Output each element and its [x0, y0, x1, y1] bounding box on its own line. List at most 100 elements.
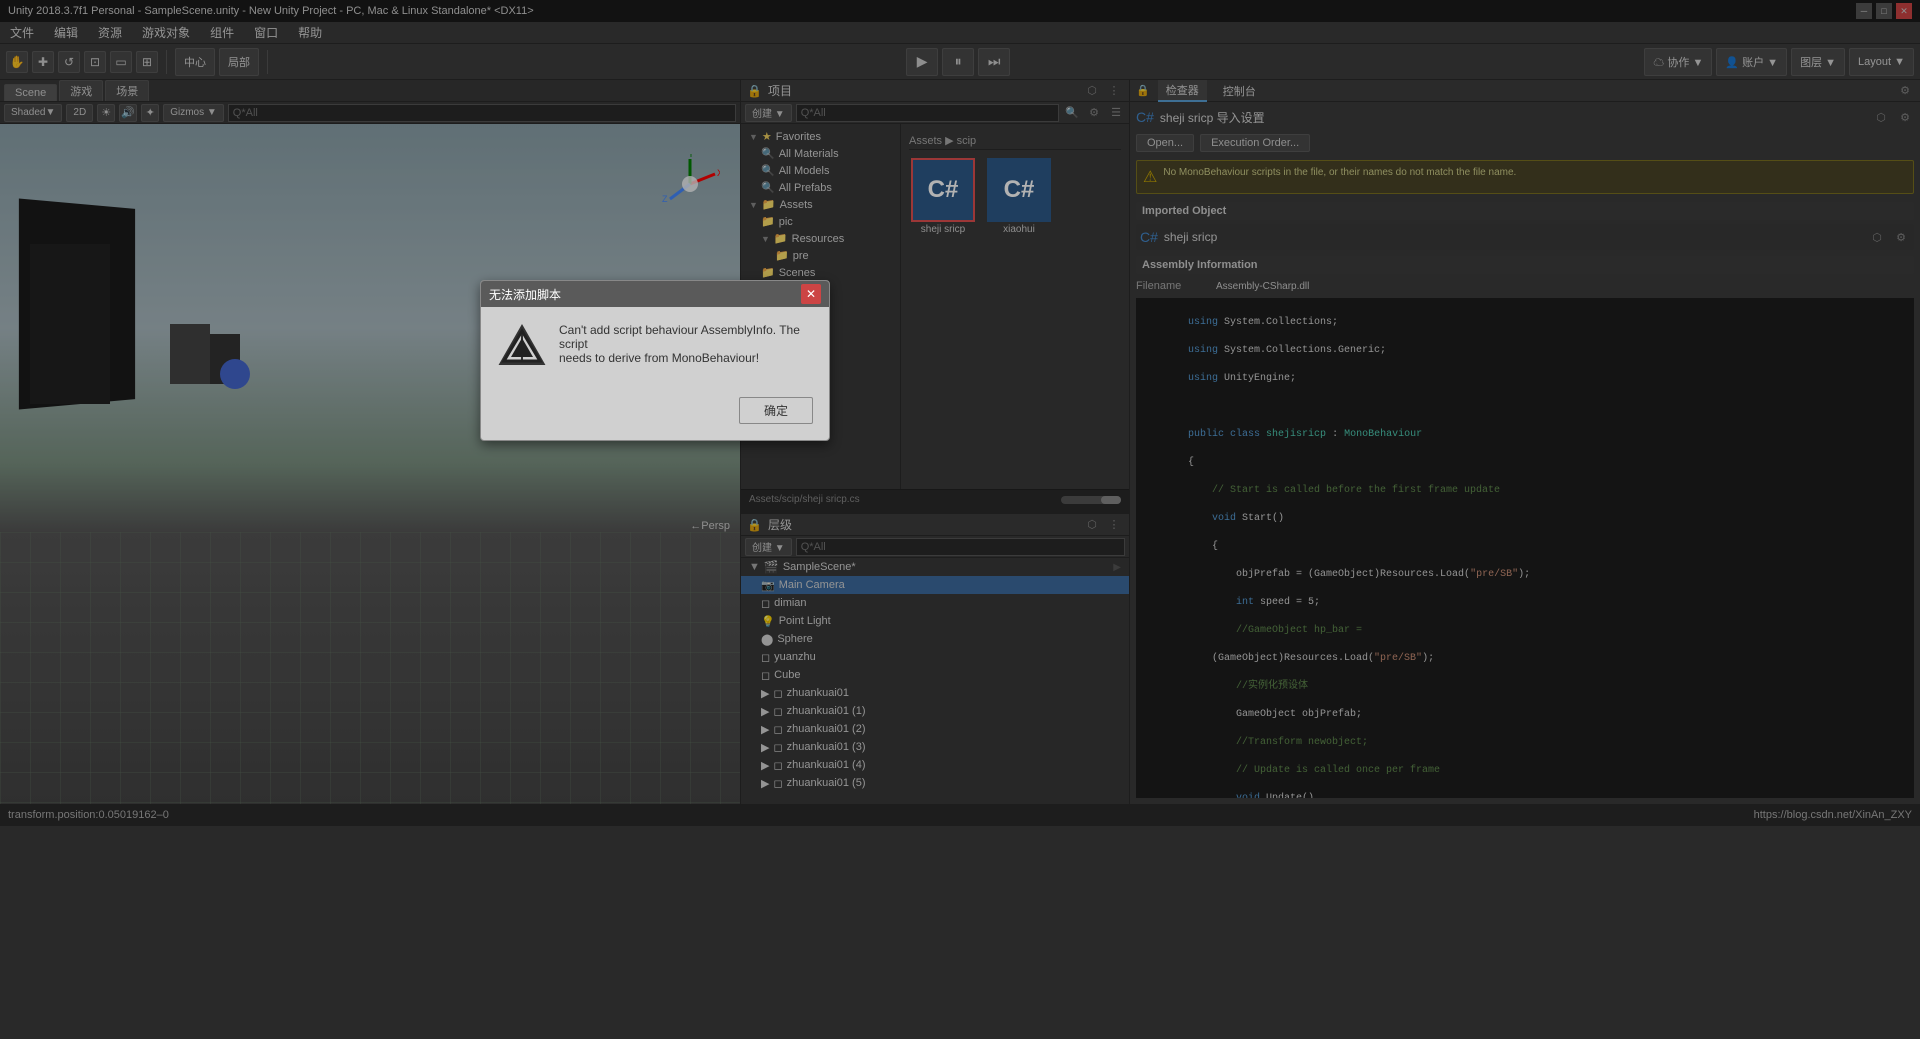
project-search[interactable]: [796, 104, 1059, 122]
move-tool[interactable]: ✚: [32, 51, 54, 73]
breadcrumb-assets[interactable]: Assets: [909, 135, 942, 147]
inspector-settings-icon[interactable]: ⚙: [1896, 82, 1914, 100]
project-panel-icons: ⬡ ⋮: [1083, 82, 1123, 100]
tab-console[interactable]: 控制台: [1215, 81, 1264, 101]
create-btn[interactable]: 创建 ▼: [745, 104, 792, 122]
favorites-folder[interactable]: ▼ ★ Favorites: [741, 128, 900, 145]
warning-message: No MonoBehaviour scripts in the file, or…: [1163, 167, 1516, 187]
hierarchy-menu-icon[interactable]: ⋮: [1105, 516, 1123, 534]
dialog-ok-button[interactable]: 确定: [739, 397, 813, 424]
scene-gizmo[interactable]: X Y Z: [660, 154, 720, 214]
pic-folder[interactable]: 📁 pic: [741, 213, 900, 230]
hierarchy-zhuankuai1-4[interactable]: ▶ ◻ zhuankuai01 (4): [741, 756, 1129, 774]
imported-obj-page-icon[interactable]: ⬡: [1868, 228, 1886, 246]
play-button[interactable]: ▶: [906, 48, 938, 76]
all-models-item[interactable]: 🔍 All Models: [741, 162, 900, 179]
cube-label: Cube: [774, 669, 800, 681]
project-panel-header: 🔒 项目 ⬡ ⋮: [741, 80, 1129, 102]
assets-folder[interactable]: ▼ 📁 Assets: [741, 196, 900, 213]
hierarchy-yuanzhu[interactable]: ◻ yuanzhu: [741, 648, 1129, 666]
hierarchy-main-camera[interactable]: 📷 Main Camera: [741, 576, 1129, 594]
hierarchy-search[interactable]: [796, 538, 1125, 556]
menu-help[interactable]: 帮助: [294, 24, 326, 41]
scene-light-btn[interactable]: ☀: [97, 104, 115, 122]
view-toggle-icon[interactable]: ☰: [1107, 104, 1125, 122]
hierarchy-create-btn[interactable]: 创建 ▼: [745, 538, 792, 556]
open-in-editor-icon[interactable]: ⬡: [1872, 108, 1890, 126]
menu-gameobject[interactable]: 游戏对象: [138, 24, 194, 41]
sheji-cs-icon[interactable]: C#: [911, 158, 975, 222]
maximize-panel-icon[interactable]: ⬡: [1083, 82, 1101, 100]
hierarchy-max-icon[interactable]: ⬡: [1083, 516, 1101, 534]
menu-edit[interactable]: 编辑: [50, 24, 82, 41]
asset-item-xiaohui[interactable]: C# xiaohui: [985, 158, 1053, 235]
gizmos-btn[interactable]: Gizmos ▼: [163, 104, 224, 122]
shading-mode-label: Shaded: [11, 107, 45, 118]
layout-button[interactable]: Layout ▼: [1849, 48, 1914, 76]
xiaohui-cs-icon[interactable]: C#: [987, 158, 1051, 222]
hand-tool[interactable]: ✋: [6, 51, 28, 73]
resources-folder[interactable]: ▼ 📁 Resources: [741, 230, 900, 247]
minimize-button[interactable]: ─: [1856, 3, 1872, 19]
hierarchy-dimian[interactable]: ◻ dimian: [741, 594, 1129, 612]
tab-game-label: 游戏: [70, 86, 92, 98]
local-global-btn[interactable]: 局部: [219, 48, 259, 76]
dialog-close-button[interactable]: ✕: [801, 284, 821, 304]
maximize-button[interactable]: □: [1876, 3, 1892, 19]
all-materials-item[interactable]: 🔍 All Materials: [741, 145, 900, 162]
hierarchy-sphere[interactable]: ⬤ Sphere: [741, 630, 1129, 648]
svg-text:Y: Y: [688, 154, 694, 159]
execution-order-button[interactable]: Execution Order...: [1200, 134, 1310, 152]
breadcrumb-scip[interactable]: scip: [957, 135, 977, 147]
menu-window[interactable]: 窗口: [250, 24, 282, 41]
shading-mode-btn[interactable]: Shaded ▼: [4, 104, 62, 122]
hierarchy-point-light[interactable]: 💡 Point Light: [741, 612, 1129, 630]
account-button[interactable]: 👤 账户 ▼: [1716, 48, 1787, 76]
collab-button[interactable]: ☁ 协作 ▼: [1644, 48, 1712, 76]
2d-toggle[interactable]: 2D: [66, 104, 93, 122]
scene-search-input[interactable]: [228, 104, 736, 122]
dialog-message-line1: Can't add script behaviour AssemblyInfo.…: [559, 323, 813, 351]
scene-effect-btn[interactable]: ✦: [141, 104, 159, 122]
center-pivot-btn[interactable]: 中心: [175, 48, 215, 76]
imported-cs-icon: C#: [1140, 229, 1158, 245]
error-dialog[interactable]: 无法添加脚本 ✕ Can't add script behaviour Asse…: [480, 280, 830, 441]
hierarchy-zhuankuai1[interactable]: ▶ ◻ zhuankuai01: [741, 684, 1129, 702]
filter-icon[interactable]: ⚙: [1085, 104, 1103, 122]
rect-tool[interactable]: ▭: [110, 51, 132, 73]
hierarchy-zhuankuai1-2[interactable]: ▶ ◻ zhuankuai01 (2): [741, 720, 1129, 738]
tab-scene2[interactable]: 场景: [105, 80, 149, 101]
scale-tool[interactable]: ⊡: [84, 51, 106, 73]
tab-inspector[interactable]: 检查器: [1158, 80, 1207, 102]
search-icon[interactable]: 🔍: [1063, 104, 1081, 122]
menu-component[interactable]: 组件: [206, 24, 238, 41]
step-button[interactable]: ⏭: [978, 48, 1010, 76]
rotate-tool[interactable]: ↺: [58, 51, 80, 73]
hierarchy-panel: 🔒 层级 ⬡ ⋮ 创建 ▼ ▼ 🎬 Samp: [741, 514, 1129, 804]
layers-button[interactable]: 图层 ▼: [1791, 48, 1845, 76]
pause-button[interactable]: ⏸: [942, 48, 974, 76]
hierarchy-zhuankuai1-5[interactable]: ▶ ◻ zhuankuai01 (5): [741, 774, 1129, 792]
hierarchy-zhuankuai1-3[interactable]: ▶ ◻ zhuankuai01 (3): [741, 738, 1129, 756]
scene-view[interactable]: X Y Z ←Persp: [0, 124, 740, 804]
pre-folder[interactable]: 📁 pre: [741, 247, 900, 264]
tab-scene[interactable]: Scene: [4, 84, 57, 101]
menu-file[interactable]: 文件: [6, 24, 38, 41]
open-button[interactable]: Open...: [1136, 134, 1194, 152]
hierarchy-zhuankuai1-1[interactable]: ▶ ◻ zhuankuai01 (1): [741, 702, 1129, 720]
imported-obj-settings-icon[interactable]: ⚙: [1892, 228, 1910, 246]
transform-tool[interactable]: ⊞: [136, 51, 158, 73]
scene-sound-btn[interactable]: 🔊: [119, 104, 137, 122]
collab-label: ☁ 协作 ▼: [1653, 54, 1703, 70]
menu-assets[interactable]: 资源: [94, 24, 126, 41]
hierarchy-cube[interactable]: ◻ Cube: [741, 666, 1129, 684]
close-button[interactable]: ✕: [1896, 3, 1912, 19]
scene-root[interactable]: ▼ 🎬 SampleScene* ▶: [741, 558, 1129, 576]
panel-menu-icon[interactable]: ⋮: [1105, 82, 1123, 100]
scenes-folder[interactable]: 📁 Scenes: [741, 264, 900, 281]
tab-game[interactable]: 游戏: [59, 80, 103, 101]
asset-item-sheji[interactable]: C# sheji sricp: [909, 158, 977, 235]
all-prefabs-item[interactable]: 🔍 All Prefabs: [741, 179, 900, 196]
inspector-script-settings[interactable]: ⚙: [1896, 108, 1914, 126]
zhuankuai1-5-label: zhuankuai01 (5): [787, 777, 866, 789]
